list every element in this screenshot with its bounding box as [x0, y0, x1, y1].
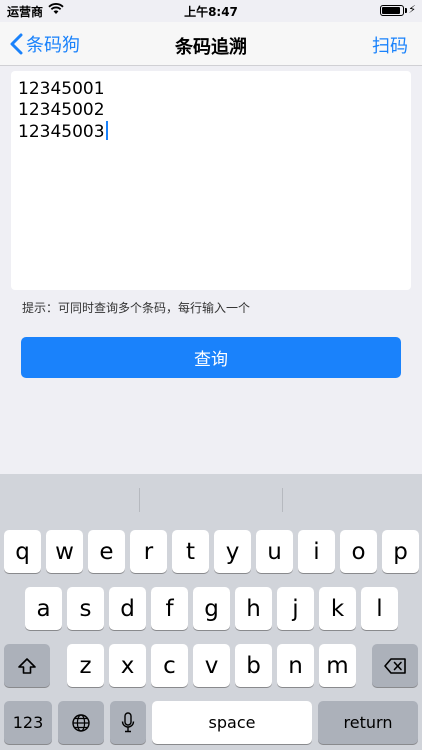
shift-key[interactable]	[4, 644, 50, 687]
key-n[interactable]: n	[277, 644, 314, 687]
battery-cap	[405, 8, 407, 13]
key-l[interactable]: l	[361, 587, 398, 630]
key-x[interactable]: x	[109, 644, 146, 687]
status-bar: 运营商 上午8:47 ⚡	[0, 0, 422, 22]
hint-text: 提示：可同时查询多个条码，每行输入一个	[22, 301, 251, 315]
numbers-key[interactable]: 123	[4, 701, 52, 744]
globe-key[interactable]	[58, 701, 104, 744]
key-s[interactable]: s	[67, 587, 104, 630]
key-v[interactable]: v	[193, 644, 230, 687]
key-u[interactable]: u	[256, 530, 293, 573]
navigation-bar: 条码狗 条码追溯 扫码	[0, 22, 422, 66]
key-m[interactable]: m	[319, 644, 356, 687]
key-k[interactable]: k	[319, 587, 356, 630]
query-button[interactable]: 查询	[21, 337, 401, 378]
text-cursor	[105, 121, 108, 140]
return-key[interactable]: return	[318, 701, 418, 744]
key-i[interactable]: i	[298, 530, 335, 573]
keyboard: qwertyuiop asdfghjkl zxcvbnm 123 space r…	[0, 474, 422, 750]
key-p[interactable]: p	[382, 530, 419, 573]
key-d[interactable]: d	[109, 587, 146, 630]
globe-icon	[72, 713, 90, 732]
barcode-input[interactable]: 12345001 12345002 12345003	[11, 71, 411, 290]
key-h[interactable]: h	[235, 587, 272, 630]
key-e[interactable]: e	[88, 530, 125, 573]
suggestion-divider	[282, 488, 283, 512]
key-t[interactable]: t	[172, 530, 209, 573]
shift-icon	[18, 657, 36, 674]
key-q[interactable]: q	[4, 530, 41, 573]
barcode-input-text: 12345001 12345002 12345003	[18, 79, 105, 142]
key-y[interactable]: y	[214, 530, 251, 573]
key-z[interactable]: z	[67, 644, 104, 687]
key-g[interactable]: g	[193, 587, 230, 630]
dictation-key[interactable]	[110, 701, 146, 744]
backspace-icon	[384, 657, 406, 674]
delete-key[interactable]	[372, 644, 418, 687]
battery-icon	[380, 5, 404, 16]
clock: 上午8:47	[184, 5, 238, 19]
space-key[interactable]: space	[152, 701, 312, 744]
key-a[interactable]: a	[25, 587, 62, 630]
scan-button[interactable]: 扫码	[372, 32, 408, 58]
key-b[interactable]: b	[235, 644, 272, 687]
key-j[interactable]: j	[277, 587, 314, 630]
suggestion-bar	[0, 474, 422, 518]
key-o[interactable]: o	[340, 530, 377, 573]
key-w[interactable]: w	[46, 530, 83, 573]
page-title: 条码追溯	[175, 37, 247, 58]
key-c[interactable]: c	[151, 644, 188, 687]
microphone-icon	[121, 711, 135, 732]
charging-icon: ⚡	[408, 3, 416, 16]
key-f[interactable]: f	[151, 587, 188, 630]
key-r[interactable]: r	[130, 530, 167, 573]
suggestion-divider	[139, 488, 140, 512]
